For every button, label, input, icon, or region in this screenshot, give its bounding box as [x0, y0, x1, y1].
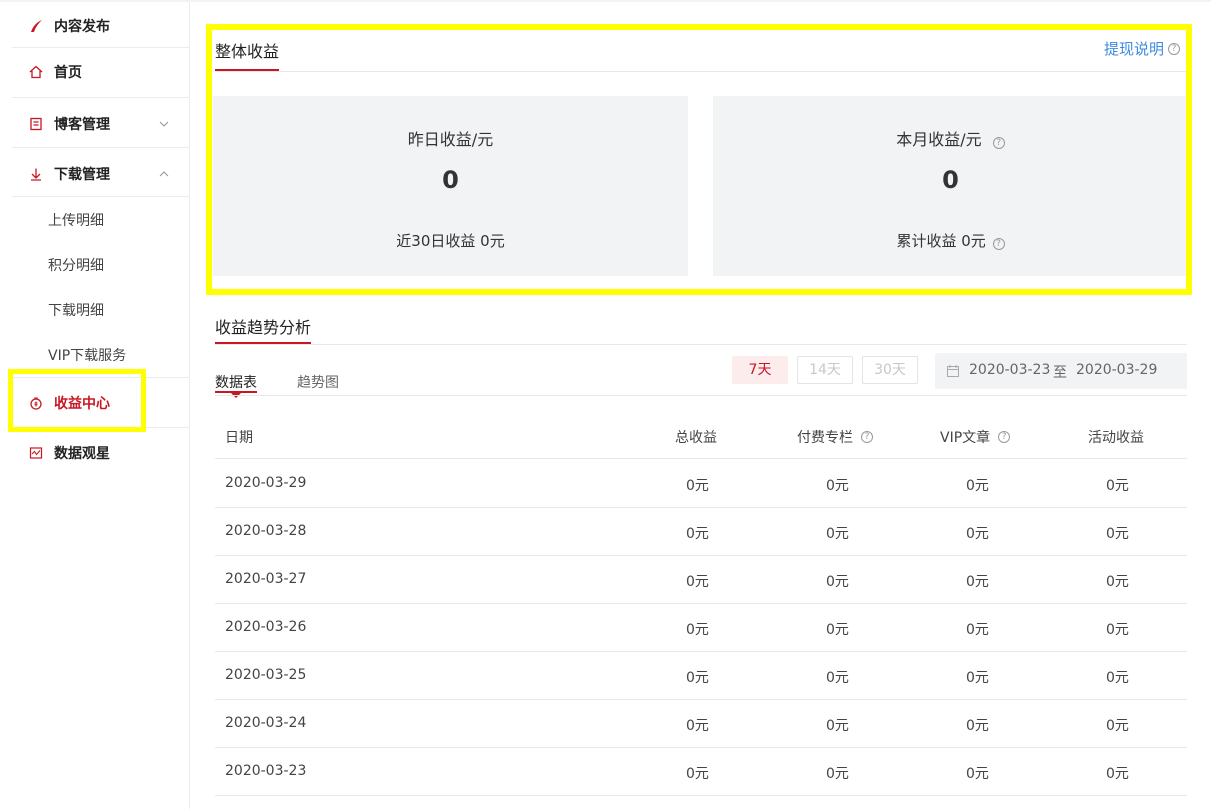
main-content: 整体收益 提现说明 ? 昨日收益/元 0 近30日收益 0元 本月收益/元 ? … — [191, 2, 1211, 809]
column-header-paid-column: 付费专栏? — [797, 427, 873, 447]
sidebar-item-data[interactable]: 数据观星 — [12, 443, 190, 463]
date-range-picker[interactable]: 2020-03-23 至 2020-03-29 — [935, 353, 1187, 389]
range-30-days-button[interactable]: 30天 — [862, 356, 918, 384]
column-header-date: 日期 — [225, 427, 253, 447]
sidebar-item-label: 下载管理 — [54, 167, 110, 183]
cell-paid-column: 0元 — [826, 574, 849, 590]
cell-date: 2020-03-26 — [225, 619, 307, 635]
table-row: 2020-03-24 0元 0元 0元 0元 — [215, 700, 1187, 748]
quill-icon — [28, 18, 44, 34]
cell-total: 0元 — [686, 574, 709, 590]
divider — [215, 344, 1187, 345]
sidebar-item-label: 首页 — [54, 65, 82, 81]
divider — [215, 395, 1187, 396]
cell-date: 2020-03-24 — [225, 715, 307, 731]
table-row: 2020-03-29 0元 0元 0元 0元 — [215, 460, 1187, 508]
sidebar-item-label: 数据观星 — [54, 446, 110, 462]
help-icon[interactable]: ? — [998, 431, 1011, 443]
table-row: 2020-03-27 0元 0元 0元 0元 — [215, 556, 1187, 604]
cell-activity: 0元 — [1106, 478, 1129, 494]
cell-vip-article: 0元 — [966, 574, 989, 590]
table-row: 2020-03-25 0元 0元 0元 0元 — [215, 652, 1187, 700]
cell-activity: 0元 — [1106, 526, 1129, 542]
sidebar-item-publish[interactable]: 内容发布 — [12, 16, 190, 36]
cell-vip-article: 0元 — [966, 622, 989, 638]
date-start: 2020-03-23 — [969, 362, 1051, 378]
date-separator: 至 — [1053, 365, 1067, 381]
sidebar-item-home[interactable]: 首页 — [12, 62, 190, 82]
cell-vip-article: 0元 — [966, 526, 989, 542]
help-icon[interactable]: ? — [861, 431, 873, 443]
tab-trend-chart[interactable]: 趋势图 — [297, 372, 339, 392]
table-header: 日期 总收益 付费专栏? VIP文章? 活动收益 — [215, 411, 1187, 459]
cell-vip-article: 0元 — [966, 766, 989, 782]
cell-date: 2020-03-25 — [225, 667, 307, 683]
cell-total: 0元 — [686, 478, 709, 494]
home-icon — [28, 64, 44, 80]
cell-total: 0元 — [686, 718, 709, 734]
cell-vip-article: 0元 — [966, 670, 989, 686]
header-label: VIP文章 — [940, 430, 991, 446]
cell-date: 2020-03-27 — [225, 571, 307, 587]
cell-total: 0元 — [686, 670, 709, 686]
cell-paid-column: 0元 — [826, 478, 849, 494]
cell-paid-column: 0元 — [826, 622, 849, 638]
header-label: 活动收益 — [1088, 430, 1144, 446]
column-header-total: 总收益 — [675, 427, 717, 447]
cell-total: 0元 — [686, 622, 709, 638]
column-header-activity: 活动收益 — [1088, 427, 1144, 447]
cell-activity: 0元 — [1106, 766, 1129, 782]
cell-date: 2020-03-29 — [225, 475, 307, 491]
cell-activity: 0元 — [1106, 574, 1129, 590]
tab-data-table[interactable]: 数据表 — [215, 372, 257, 392]
divider — [12, 147, 190, 148]
sidebar-subitem-download-detail[interactable]: 下载明细 — [48, 300, 104, 320]
chevron-up-icon — [157, 167, 171, 181]
cell-date: 2020-03-28 — [225, 523, 307, 539]
cell-paid-column: 0元 — [826, 718, 849, 734]
sidebar-item-label: 内容发布 — [54, 19, 110, 35]
range-14-days-button[interactable]: 14天 — [797, 356, 853, 384]
cell-activity: 0元 — [1106, 670, 1129, 686]
highlight-box-sidebar — [8, 369, 146, 432]
header-label: 付费专栏 — [797, 430, 853, 446]
table-row: 2020-03-23 0元 0元 0元 0元 — [215, 748, 1187, 796]
sidebar-subitem-upload-detail[interactable]: 上传明细 — [48, 210, 104, 230]
header-label: 总收益 — [675, 430, 717, 446]
cell-activity: 0元 — [1106, 718, 1129, 734]
cell-vip-article: 0元 — [966, 718, 989, 734]
cell-total: 0元 — [686, 766, 709, 782]
sidebar-item-blog[interactable]: 博客管理 — [12, 114, 190, 134]
highlight-box-overview — [206, 24, 1192, 295]
divider — [12, 196, 190, 197]
document-icon — [28, 116, 44, 132]
cell-vip-article: 0元 — [966, 478, 989, 494]
date-end: 2020-03-29 — [1076, 362, 1158, 378]
cell-paid-column: 0元 — [826, 766, 849, 782]
cell-activity: 0元 — [1106, 622, 1129, 638]
chart-icon — [28, 445, 44, 461]
table-row: 2020-03-28 0元 0元 0元 0元 — [215, 508, 1187, 556]
cell-date: 2020-03-23 — [225, 763, 307, 779]
column-header-vip-article: VIP文章? — [940, 427, 1011, 447]
calendar-icon — [947, 365, 959, 377]
cell-paid-column: 0元 — [826, 526, 849, 542]
divider — [12, 97, 190, 98]
cell-total: 0元 — [686, 526, 709, 542]
divider — [12, 47, 190, 48]
sidebar-item-download[interactable]: 下载管理 — [12, 164, 190, 184]
range-7-days-button[interactable]: 7天 — [732, 356, 788, 384]
header-label: 日期 — [225, 430, 253, 446]
table-row: 2020-03-26 0元 0元 0元 0元 — [215, 604, 1187, 652]
sidebar-subitem-vip-download[interactable]: VIP下载服务 — [48, 345, 126, 365]
chevron-down-icon — [157, 117, 171, 131]
sidebar-subitem-points-detail[interactable]: 积分明细 — [48, 255, 104, 275]
cell-paid-column: 0元 — [826, 670, 849, 686]
trend-title: 收益趋势分析 — [215, 318, 312, 337]
sidebar-item-label: 博客管理 — [54, 117, 110, 133]
download-icon — [28, 166, 44, 182]
